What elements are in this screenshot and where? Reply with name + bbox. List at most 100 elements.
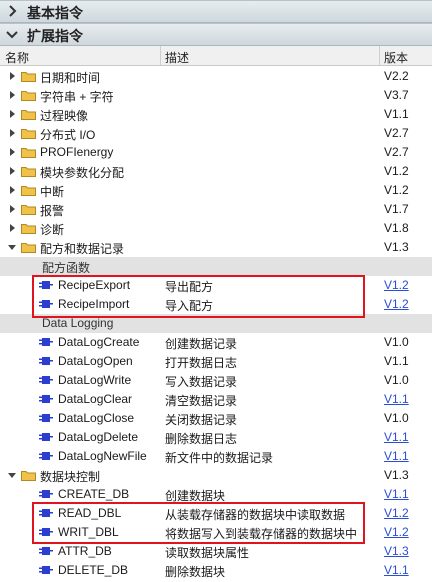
instruction-name: DataLogWrite <box>58 373 132 387</box>
instruction-row[interactable]: DataLogClear 清空数据记录 V1.1 <box>0 390 432 409</box>
folder-icon <box>21 110 36 120</box>
tree-folder-row[interactable]: 报警 V1.7 <box>0 200 432 219</box>
version-value: V1.0 <box>384 411 409 425</box>
instruction-description: 清空数据记录 <box>165 394 238 408</box>
function-block-icon <box>39 414 53 422</box>
folder-icon <box>21 186 36 196</box>
instruction-name: DataLogClear <box>58 392 133 406</box>
column-divider[interactable] <box>379 46 380 65</box>
tree-folder-row[interactable]: 模块参数化分配 V1.2 <box>0 162 432 181</box>
highlight-box-recipe <box>32 275 365 318</box>
tree-expand-icon[interactable] <box>7 109 17 119</box>
instruction-name: CREATE_DB <box>58 487 130 501</box>
folder-name: 报警 <box>40 204 65 218</box>
tree-folder-row[interactable]: 数据块控制 V1.3 <box>0 466 432 485</box>
version-value: V3.7 <box>384 88 409 102</box>
instruction-row[interactable]: DataLogClose 关闭数据记录 V1.0 <box>0 409 432 428</box>
version-link[interactable]: V1.2 <box>384 525 409 539</box>
tree-expand-icon[interactable] <box>7 128 17 138</box>
instruction-description: 写入数据记录 <box>165 375 238 389</box>
column-version-header[interactable]: 版本 <box>384 49 408 66</box>
instruction-name: DataLogOpen <box>58 354 133 368</box>
folder-name: 中断 <box>40 185 65 199</box>
version-link[interactable]: V1.2 <box>384 278 409 292</box>
tree-folder-row[interactable]: 字符串 + 字符 V3.7 <box>0 86 432 105</box>
instruction-row[interactable]: DELETE_DB 删除数据块 V1.1 <box>0 561 432 580</box>
tree-folder-row[interactable]: PROFIenergy V2.7 <box>0 143 432 162</box>
instruction-description: 关闭数据记录 <box>165 413 238 427</box>
folder-name: PROFIenergy <box>40 145 114 159</box>
instruction-row[interactable]: DataLogDelete 删除数据日志 V1.1 <box>0 428 432 447</box>
folder-name: 数据块控制 <box>40 470 101 484</box>
folder-icon <box>21 167 36 177</box>
version-link[interactable]: V1.1 <box>384 563 409 577</box>
tree-folder-row[interactable]: 诊断 V1.8 <box>0 219 432 238</box>
tree-folder-row[interactable]: 日期和时间 V2.2 <box>0 67 432 86</box>
instruction-row[interactable]: DataLogNewFile 新文件中的数据记录 V1.1 <box>0 447 432 466</box>
tree-expand-icon[interactable] <box>7 71 17 81</box>
version-value: V1.2 <box>384 183 409 197</box>
folder-name: 日期和时间 <box>40 71 101 85</box>
tree-collapse-icon[interactable] <box>7 242 17 252</box>
function-block-icon <box>39 490 53 498</box>
folder-icon <box>21 205 36 215</box>
section-basic-instructions[interactable]: 基本指令 <box>0 0 432 23</box>
instruction-description: 删除数据块 <box>165 565 226 579</box>
column-divider[interactable] <box>160 46 161 65</box>
version-value: V1.1 <box>384 354 409 368</box>
tree-expand-icon[interactable] <box>7 147 17 157</box>
tree-folder-row[interactable]: 配方和数据记录 V1.3 <box>0 238 432 257</box>
version-link[interactable]: V1.2 <box>384 506 409 520</box>
version-link[interactable]: V1.1 <box>384 430 409 444</box>
function-block-icon <box>39 357 53 365</box>
instruction-name: DELETE_DB <box>58 563 129 577</box>
instruction-row[interactable]: ATTR_DB 读取数据块属性 V1.3 <box>0 542 432 561</box>
version-value: V1.0 <box>384 335 409 349</box>
tree-expand-icon[interactable] <box>7 90 17 100</box>
function-block-icon <box>39 566 53 574</box>
column-desc-header[interactable]: 描述 <box>165 49 189 66</box>
group-header: 配方函数 <box>0 257 432 276</box>
tree-folder-row[interactable]: 中断 V1.2 <box>0 181 432 200</box>
instruction-row[interactable]: DataLogWrite 写入数据记录 V1.0 <box>0 371 432 390</box>
chevron-right-icon[interactable] <box>5 4 19 18</box>
version-link[interactable]: V1.3 <box>384 544 409 558</box>
folder-name: 配方和数据记录 <box>40 242 125 256</box>
version-value: V1.2 <box>384 164 409 178</box>
tree-collapse-icon[interactable] <box>7 470 17 480</box>
tree-folder-row[interactable]: 过程映像 V1.1 <box>0 105 432 124</box>
instruction-name: DataLogCreate <box>58 335 140 349</box>
instruction-row[interactable]: DataLogOpen 打开数据日志 V1.1 <box>0 352 432 371</box>
highlight-box-dbl <box>32 502 365 544</box>
folder-name: 字符串 + 字符 <box>40 90 114 104</box>
folder-icon <box>21 243 36 253</box>
version-link[interactable]: V1.1 <box>384 392 409 406</box>
function-block-icon <box>39 376 53 384</box>
version-link[interactable]: V1.1 <box>384 487 409 501</box>
folder-icon <box>21 72 36 82</box>
version-link[interactable]: V1.2 <box>384 297 409 311</box>
version-link[interactable]: V1.1 <box>384 449 409 463</box>
version-value: V1.3 <box>384 468 409 482</box>
function-block-icon <box>39 547 53 555</box>
function-block-icon <box>39 338 53 346</box>
tree-folder-row[interactable]: 分布式 I/O V2.7 <box>0 124 432 143</box>
column-name-header[interactable]: 名称 <box>5 49 29 66</box>
tree-expand-icon[interactable] <box>7 185 17 195</box>
instruction-description: 读取数据块属性 <box>165 546 250 560</box>
function-block-icon <box>39 395 53 403</box>
version-value: V1.3 <box>384 240 409 254</box>
tree-expand-icon[interactable] <box>7 223 17 233</box>
folder-icon <box>21 148 36 158</box>
folder-name: 模块参数化分配 <box>40 166 125 180</box>
chevron-down-icon[interactable] <box>5 27 19 41</box>
tree-expand-icon[interactable] <box>7 204 17 214</box>
instruction-row[interactable]: DataLogCreate 创建数据记录 V1.0 <box>0 333 432 352</box>
section-title: 基本指令 <box>27 5 83 21</box>
instruction-description: 打开数据日志 <box>165 356 238 370</box>
tree-expand-icon[interactable] <box>7 166 17 176</box>
section-extended-instructions[interactable]: 扩展指令 <box>0 23 432 46</box>
instruction-name: DataLogNewFile <box>58 449 147 463</box>
version-value: V1.7 <box>384 202 409 216</box>
column-header: 名称 描述 版本 <box>0 46 432 66</box>
